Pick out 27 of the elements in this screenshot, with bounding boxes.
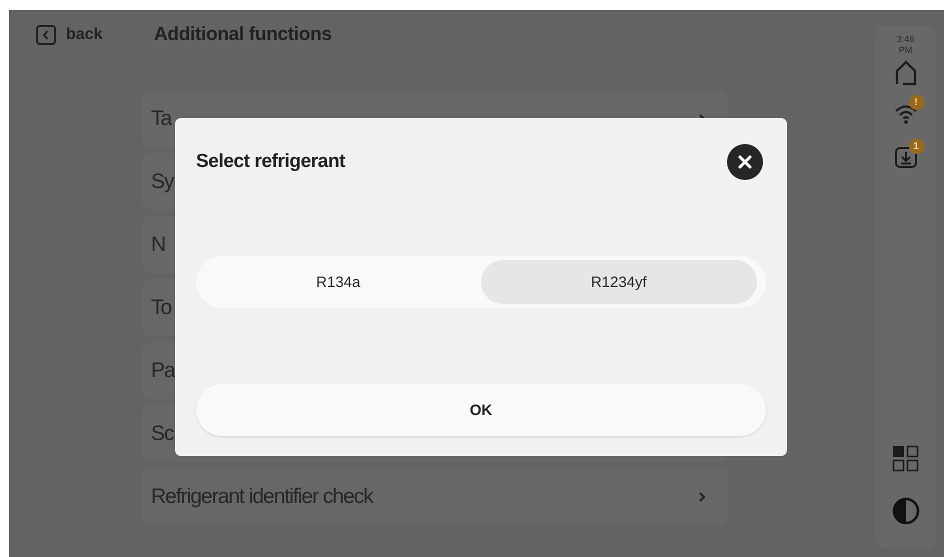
ok-button[interactable]: OK [196, 384, 766, 436]
menu-item-label: Pa [151, 358, 175, 382]
refrigerant-option[interactable]: R1234yf [480, 260, 757, 304]
refrigerant-option[interactable]: R134a [200, 260, 476, 304]
menu-item-label: Ta [151, 106, 172, 130]
clock: 3:46 PM [896, 34, 914, 56]
download-button[interactable]: 1 [890, 142, 920, 172]
menu-item-label: N [151, 232, 166, 256]
menu-item-label: To [151, 296, 172, 320]
page-title: Additional functions [154, 24, 332, 46]
grid-icon [892, 445, 920, 473]
close-icon [737, 154, 753, 170]
notification-badge: 1 [908, 139, 924, 154]
notification-badge: ! [908, 95, 924, 110]
home-icon [894, 60, 916, 86]
contrast-icon [892, 497, 920, 525]
back-icon [36, 25, 56, 45]
layout-button[interactable] [890, 444, 920, 474]
menu-item-label: Sy [151, 170, 174, 194]
contrast-button[interactable] [890, 496, 920, 526]
wifi-button[interactable]: ! [890, 98, 920, 128]
close-button[interactable] [727, 144, 763, 180]
menu-item-label: Refrigerant identifier check [151, 484, 373, 508]
menu-item[interactable]: Refrigerant identifier check [142, 468, 728, 525]
back-button[interactable]: back [36, 25, 154, 45]
menu-item-label: Sc [151, 422, 174, 446]
dialog-title: Select refrigerant [196, 151, 346, 173]
